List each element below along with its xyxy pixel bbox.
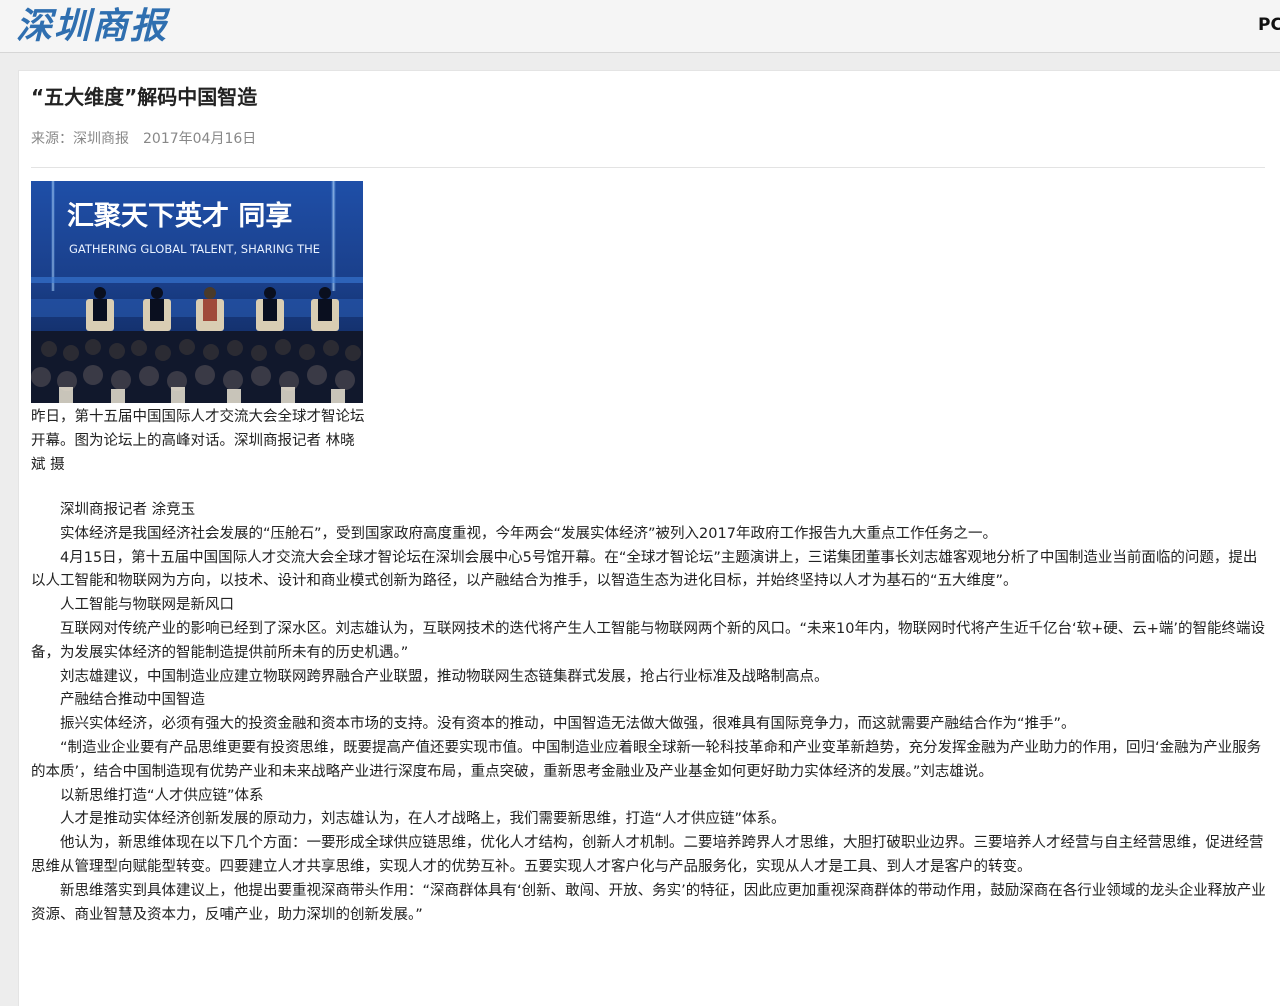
paragraph: 新思维落实到具体建议上，他提出要重视深商带头作用：“深商群体具有‘创新、敢闯、开… — [31, 882, 1266, 923]
paragraph: 人才是推动实体经济创新发展的原动力，刘志雄认为，在人才战略上，我们需要新思维，打… — [60, 811, 786, 828]
site-logo[interactable]: 深圳商报 — [16, 4, 168, 48]
section-heading: 人工智能与物联网是新风口 — [60, 597, 234, 614]
article-photo: 汇聚天下英才 同享 GATHERING GLOBAL TALENT, SHARI… — [31, 181, 363, 403]
section-heading: 以新思维打造“人才供应链”体系 — [60, 787, 264, 804]
photo-caption: 昨日，第十五届中国国际人才交流大会全球才智论坛开幕。图为论坛上的高峰对话。深圳商… — [31, 409, 365, 473]
paragraph: “制造业企业要有产品思维更要有投资思维，既要提高产值还要实现市值。中国制造业应着… — [31, 739, 1262, 780]
article-date: 2017年04月16日 — [143, 131, 257, 147]
article-card: “五大维度”解码中国智造 来源：深圳商报 2017年04月16日 汇聚天下英才 … — [18, 70, 1280, 1006]
article-title: “五大维度”解码中国智造 — [31, 85, 258, 109]
paragraph: 实体经济是我国经济社会发展的“压舱石”，受到国家政府高度重视，今年两会“发展实体… — [60, 525, 997, 542]
paragraph: 刘志雄建议，中国制造业应建立物联网跨界融合产业联盟，推动物联网生态链集群式发展，… — [60, 668, 829, 685]
photo-headline-en: GATHERING GLOBAL TALENT, SHARING THE — [69, 242, 320, 256]
top-bar: 深圳商报 PC — [0, 0, 1280, 53]
paragraph: 4月15日，第十五届中国国际人才交流大会全球才智论坛在深圳会展中心5号馆开幕。在… — [31, 549, 1258, 590]
paragraph: 他认为，新思维体现在以下几个方面：一要形成全球供应链思维，优化人才结构，创新人才… — [31, 835, 1264, 875]
pc-version-link[interactable]: PC — [1258, 14, 1280, 36]
paragraph: 振兴实体经济，必须有强大的投资金融和资本市场的支持。没有资本的推动，中国智造无法… — [60, 716, 1076, 733]
byline: 深圳商报记者 涂竞玉 — [60, 502, 196, 518]
article-body: 深圳商报记者 涂竞玉 实体经济是我国经济社会发展的“压舱石”，受到国家政府高度重… — [31, 499, 1269, 927]
article-source: 来源：深圳商报 — [31, 131, 129, 147]
title-divider — [31, 167, 1265, 168]
article-meta: 来源：深圳商报 2017年04月16日 — [31, 129, 256, 149]
section-heading: 产融结合推动中国智造 — [60, 692, 205, 709]
photo-headline-cn: 汇聚天下英才 同享 — [67, 200, 292, 232]
paragraph: 互联网对传统产业的影响已经到了深水区。刘志雄认为，互联网技术的迭代将产生人工智能… — [31, 620, 1265, 661]
